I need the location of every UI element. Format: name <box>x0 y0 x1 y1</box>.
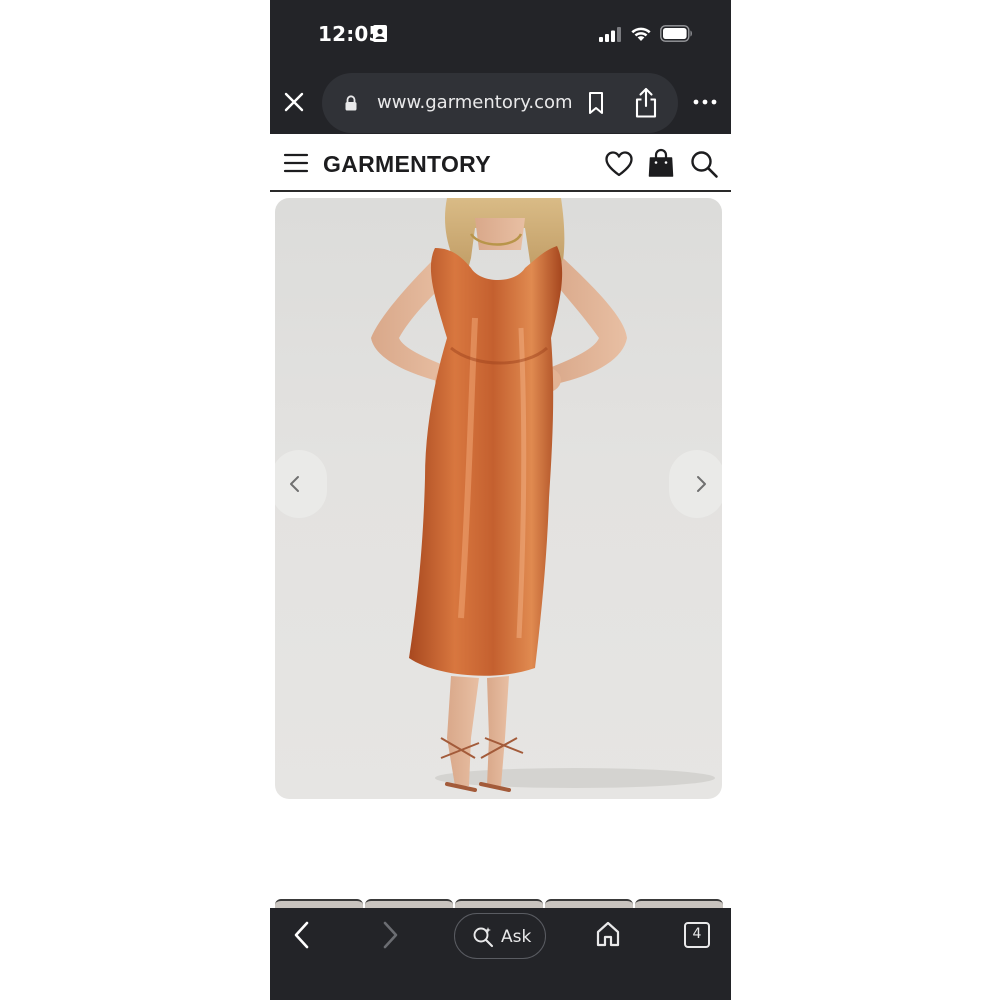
home-icon[interactable] <box>595 920 621 948</box>
address-bar[interactable]: www.garmentory.com <box>322 73 678 133</box>
tabs-icon[interactable]: 4 <box>684 922 710 948</box>
url-text[interactable]: www.garmentory.com <box>377 92 573 113</box>
cellular-signal-icon <box>599 27 621 42</box>
dress-model-photo <box>371 198 715 792</box>
chevron-left-icon <box>290 476 299 492</box>
carousel-next-button[interactable] <box>669 450 722 518</box>
back-icon[interactable] <box>290 920 314 950</box>
browser-bottom-bar: Ask 4 <box>270 908 731 1000</box>
id-card-icon <box>373 25 387 42</box>
bookmark-icon[interactable] <box>585 91 607 115</box>
lock-icon <box>345 95 357 111</box>
battery-icon <box>660 25 692 42</box>
forward-icon[interactable] <box>378 920 402 950</box>
carousel-prev-button[interactable] <box>275 450 327 518</box>
chevron-right-icon <box>697 476 706 492</box>
phone-screen: 12:05 www.garmentory.com GARMENTORY Ask … <box>270 0 731 1000</box>
close-icon[interactable] <box>282 88 306 116</box>
wifi-icon <box>631 27 651 41</box>
more-icon[interactable] <box>690 90 720 114</box>
share-icon[interactable] <box>633 87 659 119</box>
heart-icon[interactable] <box>604 150 634 178</box>
ask-sparkle-search-icon <box>473 927 494 948</box>
hamburger-menu-icon[interactable] <box>283 151 309 175</box>
tab-count: 4 <box>692 926 702 942</box>
search-icon[interactable] <box>689 149 719 179</box>
shopping-bag-icon[interactable] <box>648 148 674 178</box>
site-header: GARMENTORY <box>270 134 731 192</box>
ask-label: Ask <box>501 927 532 947</box>
browser-toolbar: www.garmentory.com <box>270 70 731 134</box>
brand-logo[interactable]: GARMENTORY <box>323 151 491 178</box>
status-bar: 12:05 <box>270 0 731 70</box>
product-photo[interactable] <box>275 198 722 799</box>
ask-button[interactable]: Ask <box>454 913 546 959</box>
